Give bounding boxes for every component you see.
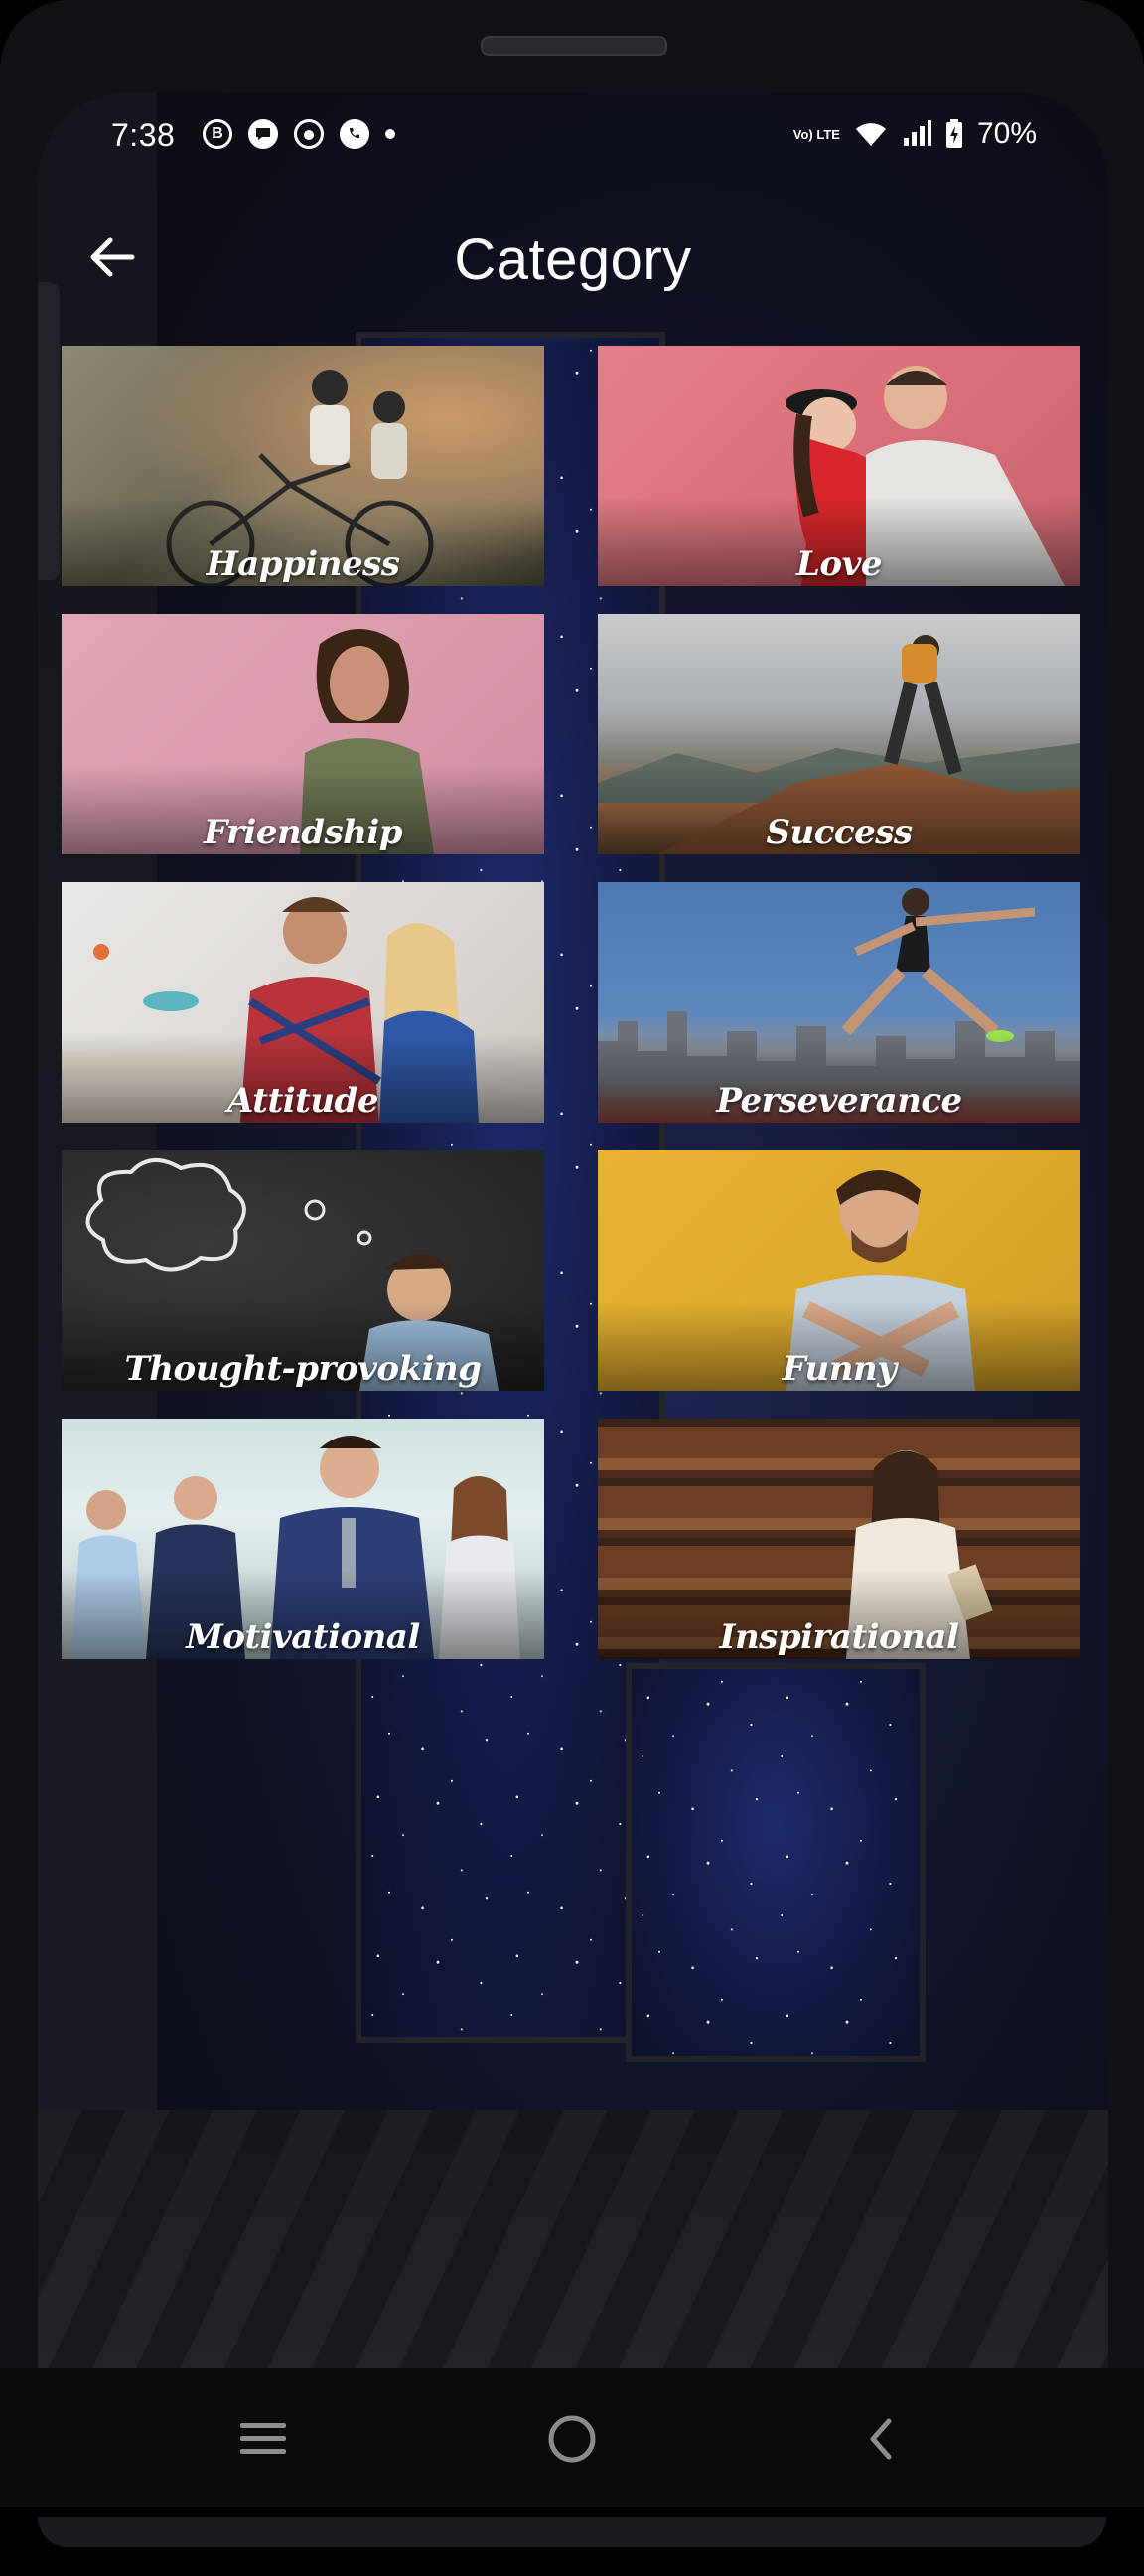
category-tile-attitude[interactable]: Attitude (62, 882, 544, 1123)
system-icons: Vo) LTE 70% (793, 117, 1037, 151)
category-label: Funny (782, 1349, 897, 1389)
wifi-icon (855, 123, 886, 146)
back-chevron-icon (870, 2418, 892, 2460)
home-button[interactable] (537, 2404, 607, 2474)
background-window-right (626, 1663, 926, 2062)
category-tile-thought-provoking[interactable]: Thought-provoking (62, 1150, 544, 1391)
page-title: Category (454, 227, 692, 292)
category-label: Happiness (206, 544, 400, 584)
device-frame: 7:38 B Vo) LTE 70% Category Happiness Lo… (0, 0, 1144, 2576)
battery-percent: 70% (976, 117, 1037, 150)
status-bar: 7:38 B Vo) LTE 70% (38, 93, 1108, 183)
category-tile-perseverance[interactable]: Perseverance (598, 882, 1080, 1123)
notification-icons: B (203, 119, 395, 149)
status-time: 7:38 (111, 117, 176, 153)
more-notifications-dot (385, 129, 395, 139)
face-icon (294, 119, 324, 149)
category-label: Attitude (227, 1081, 378, 1121)
background-floor (38, 2110, 1108, 2368)
screen: 7:38 B Vo) LTE 70% Category Happiness Lo… (38, 93, 1108, 2368)
category-label: Friendship (203, 813, 403, 852)
bottom-bezel (0, 2507, 1144, 2576)
category-label: Love (796, 544, 882, 584)
signal-icon (903, 120, 931, 146)
home-icon (548, 2415, 596, 2463)
category-tile-success[interactable]: Success (598, 614, 1080, 854)
recents-button[interactable] (228, 2404, 298, 2474)
recents-icon (240, 2423, 286, 2454)
earpiece-speaker (481, 36, 667, 56)
category-grid: Happiness Love Friendship Success Attitu… (62, 346, 1084, 1659)
category-label: Thought-provoking (124, 1349, 483, 1389)
volte-icon: Vo) LTE (792, 126, 840, 142)
category-tile-friendship[interactable]: Friendship (62, 614, 544, 854)
category-tile-inspirational[interactable]: Inspirational (598, 1419, 1080, 1659)
category-tile-funny[interactable]: Funny (598, 1150, 1080, 1391)
back-nav-button[interactable] (846, 2404, 916, 2474)
category-label: Inspirational (719, 1617, 959, 1657)
edge-panel-handle[interactable] (38, 282, 60, 580)
category-tile-happiness[interactable]: Happiness (62, 346, 544, 586)
phone-icon (340, 119, 369, 149)
navigation-bar (0, 2368, 1144, 2507)
category-label: Motivational (186, 1617, 420, 1657)
battery-charging-icon (945, 119, 962, 148)
category-label: Success (766, 813, 913, 852)
category-tile-love[interactable]: Love (598, 346, 1080, 586)
b-icon: B (203, 119, 232, 149)
category-tile-motivational[interactable]: Motivational (62, 1419, 544, 1659)
app-bar: Category (38, 193, 1108, 312)
chat-bubble-icon (248, 119, 278, 149)
category-label: Perseverance (716, 1081, 962, 1121)
